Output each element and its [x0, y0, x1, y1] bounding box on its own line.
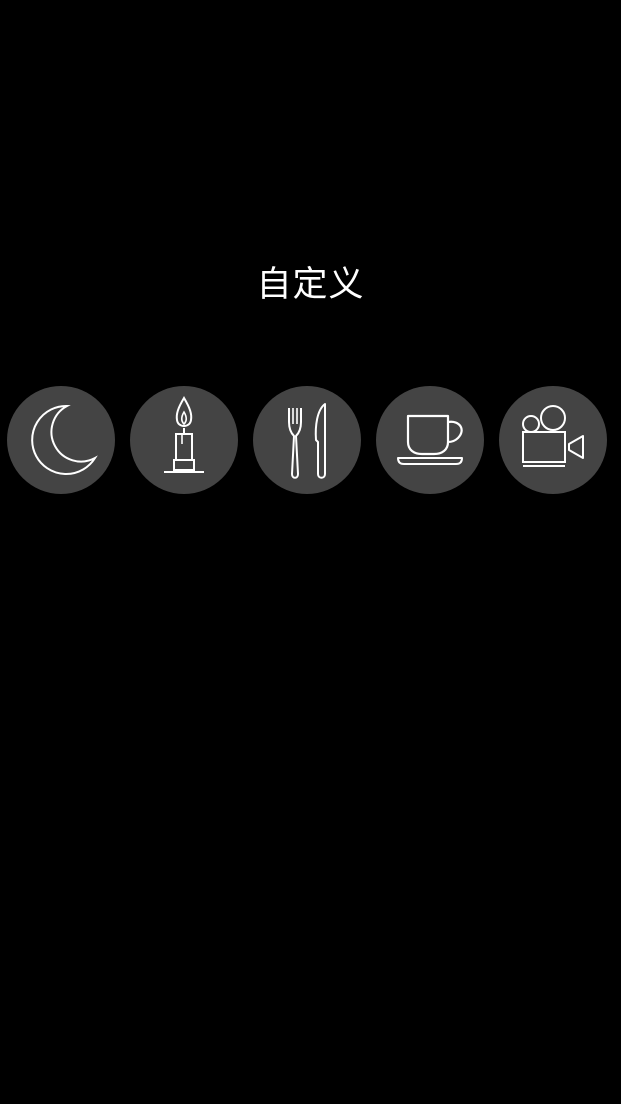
scene-button-movie[interactable]: [499, 386, 607, 494]
scene-button-dining[interactable]: [253, 386, 361, 494]
scene-selector: [0, 386, 621, 496]
fork-knife-icon: [288, 403, 326, 479]
scene-button-moon[interactable]: [7, 386, 115, 494]
page-title: 自定义: [256, 265, 365, 305]
candle-icon: [164, 396, 204, 473]
movie-camera-icon: [522, 405, 584, 467]
scene-button-coffee[interactable]: [376, 386, 484, 494]
moon-icon: [31, 404, 98, 475]
coffee-cup-icon: [397, 414, 463, 465]
scene-button-candle[interactable]: [130, 386, 238, 494]
